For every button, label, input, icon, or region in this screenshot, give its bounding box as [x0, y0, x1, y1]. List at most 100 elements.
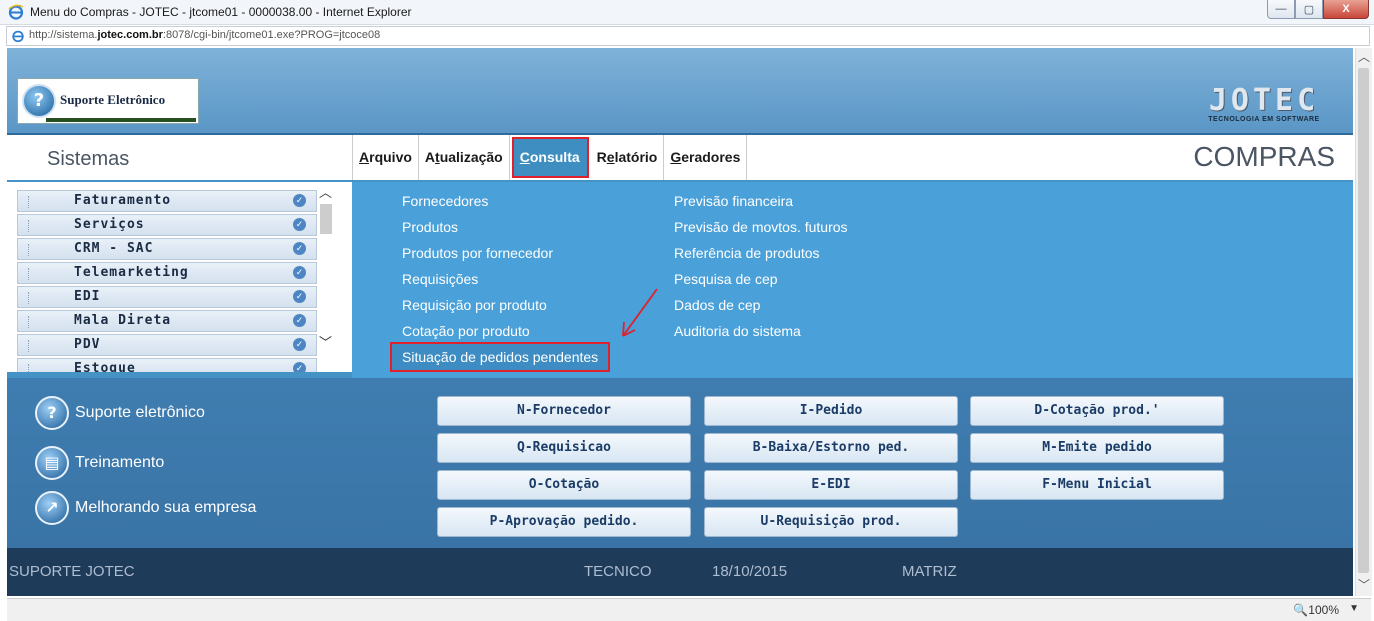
- grip-icon: [28, 292, 33, 304]
- btn-u-requisicao-prod[interactable]: U-Requisição prod.: [704, 507, 958, 537]
- menu-option[interactable]: Fornecedores: [402, 188, 608, 214]
- system-item[interactable]: PDV ✓: [17, 334, 317, 356]
- menu-atualizacao[interactable]: Atualização: [419, 135, 510, 180]
- growth-chart-icon: ↗: [35, 491, 69, 525]
- status-user: TECNICO: [584, 563, 652, 580]
- menu-relatorio[interactable]: Relatório: [591, 135, 665, 180]
- zoom-icon: 🔍: [1293, 603, 1309, 617]
- page-icon: [12, 30, 24, 43]
- grip-icon: [28, 244, 33, 256]
- system-item[interactable]: Estoque ✓: [17, 358, 317, 372]
- systems-title: Sistemas: [47, 148, 130, 170]
- scroll-up-icon[interactable]: ︿: [319, 182, 332, 201]
- grip-icon: [28, 268, 33, 280]
- menu-option[interactable]: Auditoria do sistema: [674, 318, 848, 344]
- system-item[interactable]: Serviços ✓: [17, 214, 317, 236]
- system-label: Estoque: [74, 361, 136, 372]
- grip-icon: [28, 196, 33, 208]
- btn-b-baixa-estorno[interactable]: B-Baixa/Estorno ped.: [704, 433, 958, 463]
- training-link-label: Treinamento: [75, 454, 165, 471]
- menu-option[interactable]: Produtos por fornecedor: [402, 240, 608, 266]
- address-url: http://sistema.jotec.com.br:8078/cgi-bin…: [29, 29, 380, 41]
- menu-text: A: [424, 149, 436, 165]
- menu-option[interactable]: Produtos: [402, 214, 608, 240]
- btn-e-edi[interactable]: E-EDI: [704, 470, 958, 500]
- banner-strip: [46, 118, 196, 122]
- system-item[interactable]: Mala Direta ✓: [17, 310, 317, 332]
- systems-scrollbar[interactable]: ︿ ﹀: [319, 182, 333, 372]
- system-label: Mala Direta: [74, 313, 172, 328]
- menu-text: eradores: [681, 149, 741, 165]
- zoom-level[interactable]: 🔍100%: [1293, 603, 1339, 617]
- url-path: :8078/cgi-bin/jtcome01.exe?PROG=jtcoce08: [162, 29, 381, 41]
- btn-f-menu-inicial[interactable]: F-Menu Inicial: [970, 470, 1224, 500]
- zoom-dropdown-icon[interactable]: ▼: [1349, 603, 1359, 614]
- grip-icon: [28, 316, 33, 328]
- menu-accesskey: G: [670, 149, 682, 165]
- improve-company-link[interactable]: ↗ Melhorando sua empresa: [35, 491, 256, 525]
- scroll-down-icon[interactable]: ﹀: [319, 332, 332, 351]
- help-icon: ?: [35, 396, 69, 430]
- scroll-up-icon[interactable]: ︿: [1358, 48, 1370, 65]
- dropdown-column-1: Fornecedores Produtos Produtos por forne…: [389, 188, 611, 372]
- btn-p-aprovacao-pedido[interactable]: P-Aprovação pedido.: [437, 507, 691, 537]
- menu-option[interactable]: Previsão de movtos. futuros: [674, 214, 848, 240]
- system-item[interactable]: Faturamento ✓: [17, 190, 317, 212]
- status-date: 18/10/2015: [712, 563, 788, 580]
- system-item[interactable]: Telemarketing ✓: [17, 262, 317, 284]
- btn-m-emite-pedido[interactable]: M-Emite pedido: [970, 433, 1224, 463]
- improve-company-label: Melhorando sua empresa: [75, 499, 257, 516]
- page-header: ? Suporte Eletrônico JOTEC TECNOLOGIA EM…: [7, 48, 1353, 135]
- scroll-thumb[interactable]: [320, 204, 332, 234]
- support-link[interactable]: ? Suporte eletrônico: [35, 396, 205, 430]
- menu-arquivo[interactable]: Arquivo: [353, 135, 419, 180]
- training-link[interactable]: ▤ Treinamento: [35, 446, 164, 480]
- btn-i-pedido[interactable]: I-Pedido: [704, 396, 958, 426]
- window-title: Menu do Compras - JOTEC - jtcome01 - 000…: [30, 5, 412, 19]
- check-icon: ✓: [293, 338, 306, 351]
- url-prefix: http://sistema.: [29, 29, 98, 41]
- system-label: EDI: [74, 289, 101, 304]
- minimize-button[interactable]: —: [1267, 0, 1295, 19]
- check-icon: ✓: [293, 290, 306, 303]
- menu-bar: Arquivo Atualização Consulta Relatório G…: [352, 135, 748, 180]
- brand-text: Suporte Eletrônico: [60, 92, 166, 107]
- maximize-button[interactable]: ▢: [1295, 0, 1323, 19]
- support-banner[interactable]: ? Suporte Eletrônico: [17, 78, 199, 124]
- support-link-label: Suporte eletrônico: [75, 404, 205, 421]
- training-icon: ▤: [35, 446, 69, 480]
- btn-n-fornecedor[interactable]: N-Fornecedor: [437, 396, 691, 426]
- menu-option[interactable]: Pesquisa de cep: [674, 266, 848, 292]
- scroll-thumb[interactable]: [1358, 68, 1369, 573]
- system-item[interactable]: CRM - SAC ✓: [17, 238, 317, 260]
- menu-option[interactable]: Requisição por produto: [402, 292, 608, 318]
- menu-option[interactable]: Referência de produtos: [674, 240, 848, 266]
- page-scrollbar[interactable]: ︿ ﹀: [1355, 48, 1372, 596]
- system-label: CRM - SAC: [74, 241, 154, 256]
- scroll-down-icon[interactable]: ﹀: [1358, 576, 1370, 593]
- btn-q-requisicao[interactable]: Q-Requisicao: [437, 433, 691, 463]
- address-bar[interactable]: http://sistema.jotec.com.br:8078/cgi-bin…: [6, 26, 1370, 46]
- menu-option[interactable]: Cotação por produto: [402, 318, 608, 344]
- menu-option-highlighted[interactable]: Situação de pedidos pendentes: [389, 342, 611, 372]
- btn-o-cotacao[interactable]: O-Cotação: [437, 470, 691, 500]
- menu-consulta[interactable]: Consulta: [511, 137, 589, 178]
- check-icon: ✓: [293, 218, 306, 231]
- grip-icon: [28, 340, 33, 352]
- menu-option[interactable]: Previsão financeira: [674, 188, 848, 214]
- status-branch: MATRIZ: [902, 563, 957, 580]
- module-title: COMPRAS: [1193, 141, 1335, 172]
- logo-word: JOTEC: [1208, 83, 1320, 118]
- btn-d-cotacao-prod[interactable]: D-Cotação prod.': [970, 396, 1224, 426]
- system-item[interactable]: EDI ✓: [17, 286, 317, 308]
- window-controls: — ▢ X: [1267, 0, 1369, 20]
- annotation-arrow-icon: [622, 288, 658, 337]
- close-button[interactable]: X: [1323, 0, 1369, 19]
- menu-option[interactable]: Dados de cep: [674, 292, 848, 318]
- system-label: PDV: [74, 337, 101, 352]
- menu-option[interactable]: Requisições: [402, 266, 608, 292]
- url-domain: jotec.com.br: [97, 29, 163, 41]
- grip-icon: [28, 364, 33, 372]
- menu-geradores[interactable]: Geradores: [664, 135, 748, 180]
- logo-subtitle: TECNOLOGIA EM SOFTWARE: [1208, 116, 1320, 123]
